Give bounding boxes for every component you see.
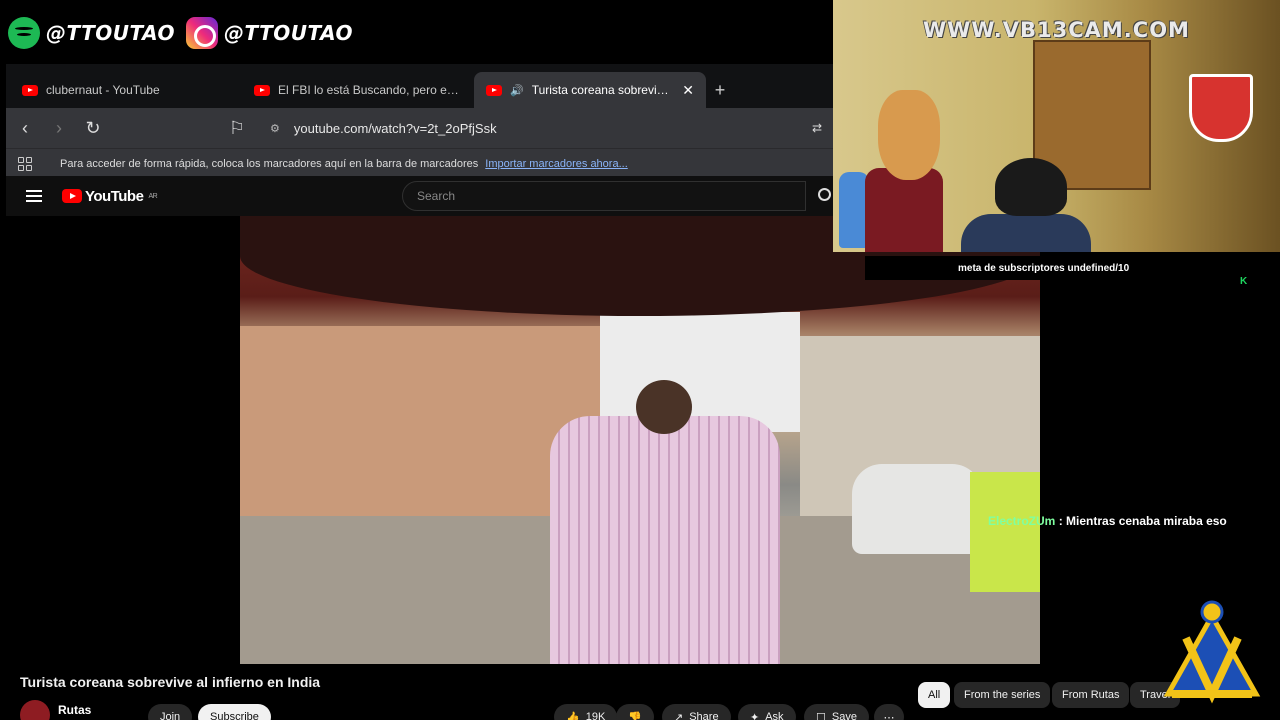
new-tab-button[interactable]: + [706,72,734,108]
webcam-puppet-head [878,90,940,180]
toolbar: ‹ › ↻ ⚐ ⚙ youtube.com/watch?v=2t_2oPfjSs… [6,108,836,148]
more-icon: ⋯ [883,711,895,720]
forward-icon[interactable]: › [50,118,68,139]
chip-from-channel[interactable]: From Rutas [1052,682,1130,708]
dislike-button[interactable]: 👎 [616,704,654,720]
video-building-left [240,326,600,526]
subscriber-goal: meta de subscriptores undefined/10 [865,256,1249,280]
youtube-logo[interactable]: YouTube AR [62,188,158,205]
tab-title: El FBI lo está Buscando, pero es Impo [278,83,462,97]
instagram-icon [186,17,218,49]
webcam-watermark: WWW.VB13CAM.COM [923,18,1190,42]
ask-button[interactable]: ✦ Ask [738,704,796,720]
channel-name[interactable]: Rutas [58,703,91,717]
video-title: Turista coreana sobrevive al infierno en… [20,674,321,690]
instagram-handle: @TTOUTAO [224,21,353,45]
translate-icon[interactable]: ⇄ [808,121,826,135]
chat-message: ElectroZUm : Mientras cenaba miraba eso [988,512,1238,530]
save-button[interactable]: ☐ Save [804,704,869,720]
reload-icon[interactable]: ↻ [84,118,102,139]
search-icon[interactable] [818,188,831,201]
share-icon: ↗ [674,711,684,720]
webcam-person-hair [995,158,1067,216]
more-actions-button[interactable]: ⋯ [874,704,904,720]
bookmarks-hint: Para acceder de forma rápida, coloca los… [60,157,628,170]
join-button[interactable]: Join [148,704,193,720]
webcam-person-body [961,214,1091,252]
site-info-icon[interactable]: ⚙ [270,122,280,135]
instagram-handle-group: @TTOUTAO [186,14,353,52]
search-input[interactable]: Search [402,181,806,211]
emblem-logo-icon [1163,600,1261,704]
tab-title: Turista coreana sobrevive al i [531,83,675,97]
video-player[interactable] [240,216,1040,664]
bookmark-icon[interactable]: ⚐ [228,118,246,139]
share-button[interactable]: ↗ Share [662,704,731,720]
video-car [852,464,982,554]
video-man-head [636,380,692,434]
youtube-favicon-icon [254,84,270,96]
video-person-vest [970,472,1040,592]
like-icon: 👍 [566,711,580,720]
spotify-handle: @TTOUTAO [46,21,175,45]
youtube-favicon-icon [486,84,502,96]
close-icon[interactable]: ✕ [682,82,694,99]
video-sky [600,312,800,432]
import-bookmarks-link[interactable]: Importar marcadores ahora... [485,158,627,170]
tab-title: clubernaut - YouTube [46,83,160,97]
youtube-play-icon [62,189,82,203]
back-icon[interactable]: ‹ [16,118,34,139]
bookmarks-bar: Para acceder de forma rápida, coloca los… [6,148,836,178]
speaker-icon: 🔊 [510,84,524,97]
spotify-icon [8,17,40,49]
youtube-favicon-icon [22,84,38,96]
spotify-handle-group: @TTOUTAO [8,14,175,52]
url-text: youtube.com/watch?v=2t_2oPfjSsk [293,120,497,136]
subscribe-button[interactable]: Subscribe [198,704,271,720]
chip-all[interactable]: All [918,682,951,708]
menu-icon[interactable] [26,190,42,202]
chat-user: ElectroZUm [988,514,1056,528]
tab-bar: clubernaut - YouTube El FBI lo está Busc… [6,64,836,108]
tab-1[interactable]: clubernaut - YouTube [10,72,242,108]
webcam-overlay: WWW.VB13CAM.COM [833,0,1280,252]
apps-icon[interactable] [18,156,32,171]
video-man [550,416,780,664]
tab-3-active[interactable]: 🔊 Turista coreana sobrevive al i ✕ [474,72,706,108]
tab-2[interactable]: El FBI lo está Buscando, pero es Impo [242,72,474,108]
youtube-header: YouTube AR Search [6,176,836,216]
chip-series[interactable]: From the series [954,682,1051,708]
address-bar[interactable]: ⚙ youtube.com/watch?v=2t_2oPfjSsk [262,113,792,143]
like-button[interactable]: 👍 19K [554,704,618,720]
chat-text: : Mientras cenaba miraba eso [1055,514,1227,528]
channel-avatar[interactable] [20,700,50,720]
save-icon: ☐ [816,711,826,720]
webcam-flag [1189,74,1253,142]
ask-icon: ✦ [750,711,760,720]
dislike-icon: 👎 [628,711,642,720]
status-marker: K [1240,276,1248,287]
webcam-puppet-body [865,168,943,252]
